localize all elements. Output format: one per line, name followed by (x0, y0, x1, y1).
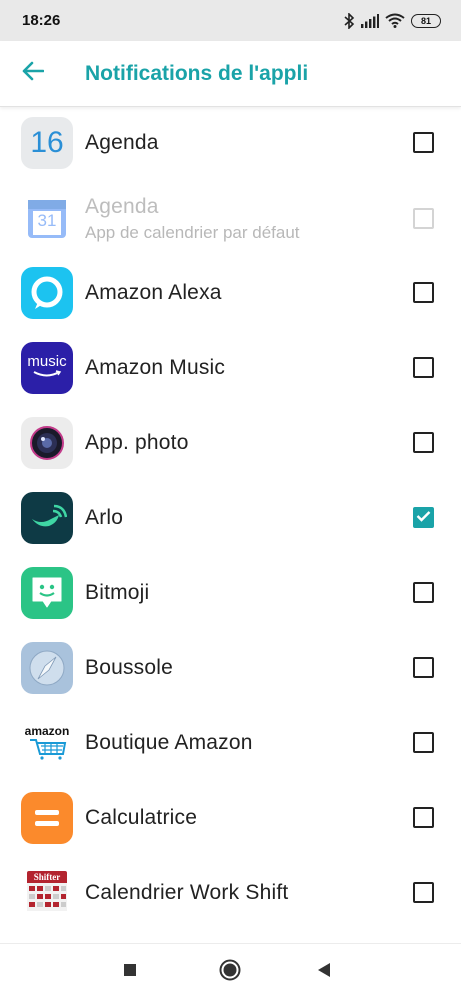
app-checkbox[interactable] (413, 282, 434, 303)
amazon-shopping-icon: amazon (21, 716, 73, 769)
system-nav-bar (0, 943, 461, 999)
list-item[interactable]: music Amazon Music (0, 330, 461, 405)
google-calendar-icon-text: 31 (37, 210, 57, 230)
home-circle-icon (218, 958, 242, 987)
list-item[interactable]: Bitmoji (0, 555, 461, 630)
app-name: App. photo (85, 430, 189, 454)
check-icon (416, 509, 431, 527)
status-time: 18:26 (22, 12, 61, 29)
wifi-icon (385, 13, 405, 28)
app-checkbox[interactable] (413, 882, 434, 903)
app-name: Boussole (85, 655, 173, 679)
app-checkbox[interactable] (413, 582, 434, 603)
shifter-icon-text: Shifter (33, 871, 61, 882)
app-checkbox[interactable] (413, 657, 434, 678)
app-name: Arlo (85, 505, 124, 529)
list-item[interactable]: amazon Boutique Amazon (0, 705, 461, 780)
battery-icon: 81 (411, 13, 441, 28)
app-name: Agenda (85, 194, 159, 218)
back-triangle-icon (316, 962, 332, 983)
recents-button[interactable] (116, 958, 144, 986)
app-checkbox[interactable] (413, 432, 434, 453)
list-item[interactable]: App. photo (0, 405, 461, 480)
list-item[interactable]: 16 Agenda (0, 108, 461, 180)
home-button[interactable] (216, 958, 244, 986)
shifter-calendar-icon: Shifter (21, 866, 73, 919)
calendar-icon-text: 16 (30, 125, 64, 159)
list-item[interactable]: Shifter Calendrier Work Shift (0, 855, 461, 930)
page-title: Notifications de l'appli (85, 61, 309, 85)
app-list: 16 Agenda 31 Agenda App de calendrier pa… (0, 108, 461, 943)
recents-square-icon (122, 962, 138, 983)
app-checkbox[interactable] (413, 732, 434, 753)
list-item: 31 Agenda App de calendrier par défaut (0, 181, 461, 256)
status-bar: 18:26 81 (0, 0, 461, 41)
app-name: Agenda (85, 130, 159, 154)
app-checkbox[interactable] (413, 807, 434, 828)
compass-icon (21, 641, 73, 694)
calculator-icon (21, 791, 73, 844)
calendar-icon: 16 (21, 116, 73, 169)
alexa-icon (21, 266, 73, 319)
app-checkbox (413, 208, 434, 229)
app-name: Calculatrice (85, 805, 198, 829)
app-subtitle: App de calendrier par défaut (85, 222, 300, 242)
list-item[interactable]: Calculatrice (0, 780, 461, 855)
camera-icon (21, 416, 73, 469)
amazon-music-icon: music (21, 341, 73, 394)
signal-icon (361, 13, 379, 28)
app-name: Calendrier Work Shift (85, 880, 289, 904)
bluetooth-icon (344, 12, 355, 29)
app-checkbox[interactable] (413, 357, 434, 378)
back-button[interactable] (0, 41, 66, 107)
amazon-music-icon-text: music (27, 353, 67, 370)
amazon-shopping-icon-text: amazon (24, 723, 70, 738)
app-bar: Notifications de l'appli (0, 41, 461, 107)
status-icons: 81 (344, 12, 441, 29)
arrow-left-icon (22, 61, 45, 86)
nav-back-button[interactable] (310, 958, 338, 986)
list-item[interactable]: Boussole (0, 630, 461, 705)
google-calendar-icon: 31 (21, 192, 73, 245)
app-name: Boutique Amazon (85, 730, 253, 754)
app-name: Bitmoji (85, 580, 150, 604)
arlo-icon (21, 491, 73, 544)
app-checkbox[interactable] (413, 132, 434, 153)
app-name: Amazon Alexa (85, 280, 222, 304)
list-item[interactable]: Amazon Alexa (0, 255, 461, 330)
app-name: Amazon Music (85, 355, 226, 379)
list-item[interactable]: Arlo (0, 480, 461, 555)
bitmoji-icon (21, 566, 73, 619)
app-checkbox-checked[interactable] (413, 507, 434, 528)
